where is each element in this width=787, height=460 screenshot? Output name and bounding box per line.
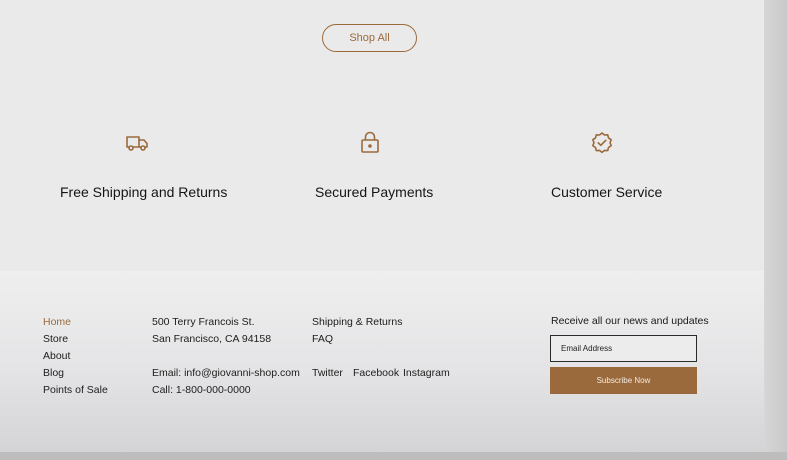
badge-check-icon	[590, 131, 614, 160]
address-city: San Francisco, CA 94158	[152, 333, 272, 345]
contact-email[interactable]: Email: info@giovanni-shop.com	[152, 365, 300, 382]
footer-nav-blog[interactable]: Blog	[43, 365, 108, 382]
page: Shop All Free Shipping and Returns Secur…	[0, 0, 764, 460]
feature-label: Customer Service	[551, 184, 663, 200]
right-gutter	[764, 0, 787, 460]
footer-contact: 500 Terry Francois St. San Francisco, CA…	[152, 314, 300, 399]
footer-nav-about[interactable]: About	[43, 348, 108, 365]
footer-help-links: Shipping & Returns FAQ	[312, 314, 402, 348]
link-shipping-returns[interactable]: Shipping & Returns	[312, 314, 402, 331]
footer-nav-home[interactable]: Home	[43, 314, 108, 331]
bottom-bar	[0, 452, 787, 460]
feature-label: Secured Payments	[315, 184, 434, 200]
social-twitter[interactable]: Twitter	[312, 367, 343, 379]
contact-phone: Call: 1-800-000-0000	[152, 384, 251, 396]
truck-icon	[125, 134, 149, 157]
footer-nav: Home Store About Blog Points of Sale	[43, 314, 108, 399]
social-facebook[interactable]: Facebook	[353, 367, 399, 379]
address-street: 500 Terry Francois St.	[152, 316, 255, 328]
social-instagram[interactable]: Instagram	[403, 367, 450, 379]
feature-label: Free Shipping and Returns	[60, 184, 228, 200]
lock-icon	[360, 131, 380, 159]
newsletter-email-input[interactable]	[550, 335, 697, 362]
link-faq[interactable]: FAQ	[312, 331, 402, 348]
newsletter-title: Receive all our news and updates	[551, 315, 709, 327]
shop-all-button[interactable]: Shop All	[322, 24, 417, 52]
footer-nav-points-of-sale[interactable]: Points of Sale	[43, 382, 108, 399]
subscribe-button[interactable]: Subscribe Now	[550, 367, 697, 394]
footer-nav-store[interactable]: Store	[43, 331, 108, 348]
